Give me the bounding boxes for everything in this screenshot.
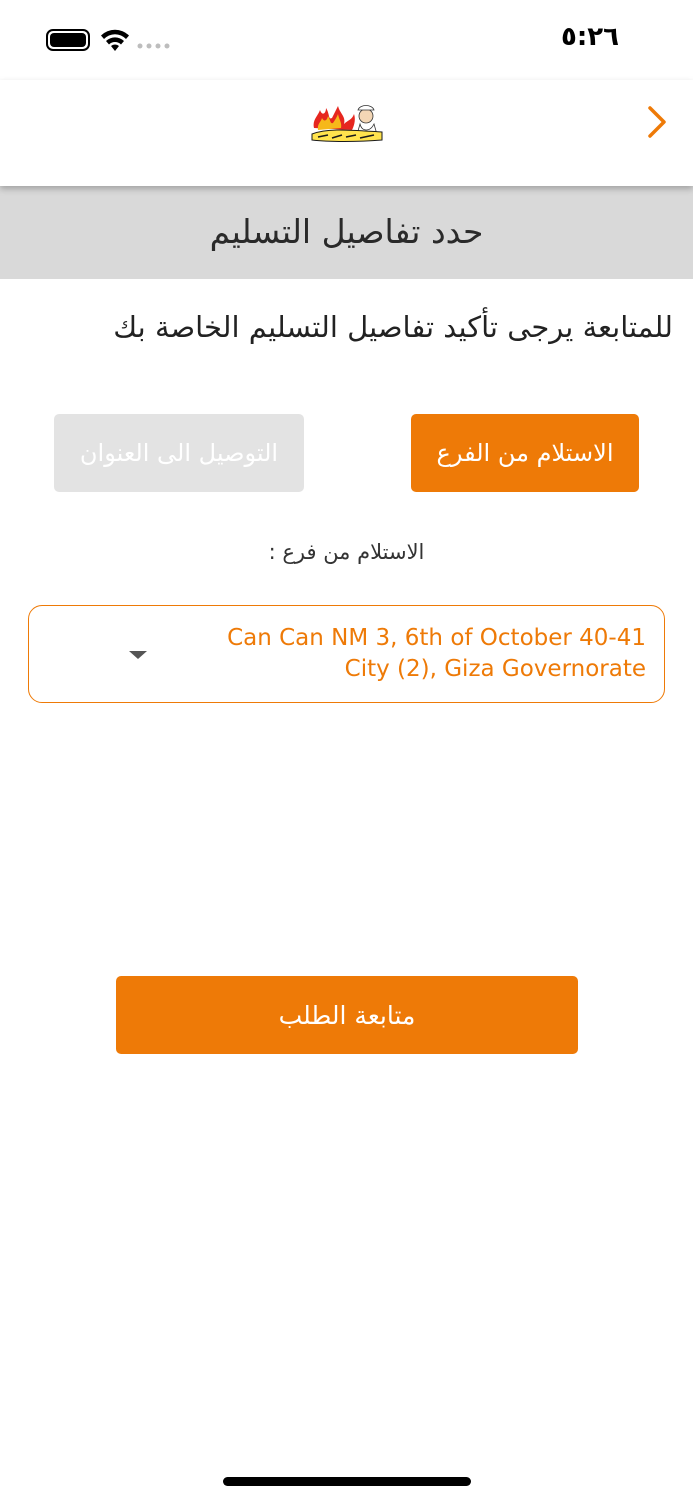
section-header: حدد تفاصيل التسليم xyxy=(0,186,693,279)
wifi-icon xyxy=(101,29,129,51)
page-title: حدد تفاصيل التسليم xyxy=(209,212,484,251)
navigation-bar xyxy=(0,80,693,186)
restaurant-logo-icon xyxy=(311,105,383,142)
status-time: ٥:٢٦ xyxy=(560,22,619,52)
battery-icon xyxy=(46,29,90,51)
delivery-to-address-button[interactable]: التوصيل الى العنوان xyxy=(54,414,304,492)
pickup-from-branch-button[interactable]: الاستلام من الفرع xyxy=(411,414,639,492)
branch-dropdown[interactable]: Can Can NM 3, 6th of October 40-41 City … xyxy=(28,605,665,703)
signal-icon xyxy=(137,43,170,49)
continue-order-button[interactable]: متابعة الطلب xyxy=(116,976,578,1054)
branch-label: الاستلام من فرع : xyxy=(268,540,425,564)
caret-down-icon xyxy=(129,651,147,659)
status-bar: ٥:٢٦ xyxy=(0,0,693,80)
home-indicator xyxy=(223,1477,471,1486)
instructions-text: للمتابعة يرجى تأكيد تفاصيل التسليم الخاص… xyxy=(113,310,673,344)
chevron-right-icon[interactable] xyxy=(636,100,680,144)
branch-selected-value: Can Can NM 3, 6th of October 40-41 City … xyxy=(227,625,646,682)
